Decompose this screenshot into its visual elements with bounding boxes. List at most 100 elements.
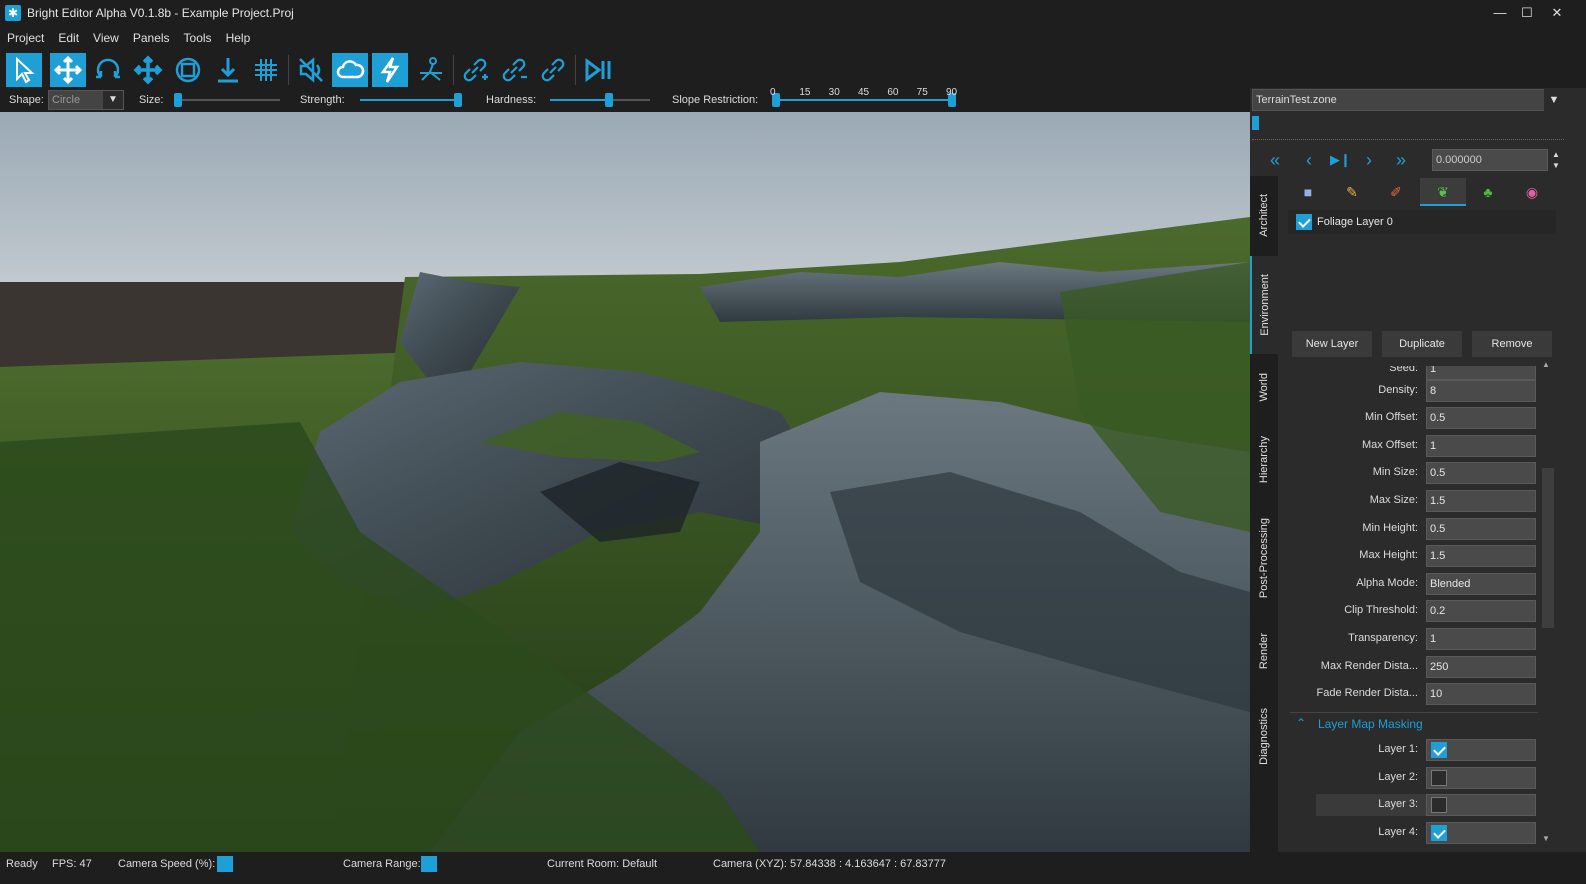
slope-tick-labels: 0 15 30 45 60 75 90 — [770, 87, 957, 102]
property-value-input[interactable]: 1.5 — [1426, 490, 1536, 512]
rewind-icon[interactable]: « — [1270, 150, 1280, 171]
tab-post-processing[interactable]: Post-Processing — [1250, 502, 1278, 614]
mask-layer-row: Layer 1: — [1316, 739, 1536, 761]
link-remove-button[interactable] — [496, 53, 532, 87]
mute-toggle-button[interactable] — [293, 53, 329, 87]
slope-tick-label: 15 — [799, 87, 811, 98]
rotate-tool-button[interactable] — [90, 53, 126, 87]
property-value-input[interactable]: 0.5 — [1426, 407, 1536, 430]
strength-slider[interactable] — [360, 93, 462, 107]
minimize-button[interactable]: — — [1488, 3, 1512, 23]
property-row: Fade Render Dista... 10 — [1316, 683, 1536, 706]
transform-icon — [133, 55, 163, 85]
time-spinner[interactable]: ▲ ▼ — [1550, 149, 1562, 171]
brush-icon[interactable]: ✎ — [1330, 178, 1374, 206]
status-bar: Ready FPS: 47 Camera Speed (%): Camera R… — [0, 852, 1586, 884]
menu-view[interactable]: View — [86, 31, 126, 45]
camera-speed-swatch[interactable] — [217, 856, 233, 872]
property-value-input[interactable]: 10 — [1426, 683, 1536, 706]
mask-layer-checkbox[interactable] — [1431, 824, 1447, 841]
property-value-input[interactable]: 1 — [1426, 434, 1536, 457]
color-icon[interactable]: ◉ — [1510, 178, 1554, 206]
property-value-input[interactable]: 1 — [1426, 628, 1536, 650]
layer-visible-checkbox[interactable] — [1296, 214, 1312, 230]
terrain-icon[interactable]: ■ — [1286, 178, 1330, 206]
shape-label: Shape: — [9, 94, 44, 106]
weather-toggle-button[interactable] — [332, 53, 368, 87]
menu-tools[interactable]: Tools — [177, 31, 219, 45]
scrollbar-thumb[interactable] — [1542, 468, 1554, 628]
property-value-input[interactable]: 8 — [1426, 379, 1536, 402]
fast-forward-icon[interactable]: » — [1396, 150, 1406, 171]
layer-map-masking-title[interactable]: Layer Map Masking — [1318, 717, 1423, 731]
timeline-track[interactable] — [1252, 116, 1564, 140]
scroll-down-icon[interactable]: ▼ — [1542, 834, 1550, 843]
timeline-thumb[interactable] — [1252, 116, 1259, 130]
property-value-input[interactable]: 250 — [1426, 655, 1536, 678]
mask-layer-label: Layer 4: — [1378, 825, 1418, 838]
tab-world[interactable]: World — [1250, 356, 1278, 418]
property-row: Max Render Dista... 250 — [1316, 655, 1536, 678]
camera-range-swatch[interactable] — [421, 856, 437, 872]
zone-select[interactable]: TerrainTest.zone — [1252, 89, 1564, 111]
move-tool-button[interactable] — [50, 53, 86, 87]
size-slider[interactable] — [174, 93, 280, 107]
link-button[interactable] — [535, 53, 571, 87]
property-value-input[interactable]: Blended — [1426, 572, 1536, 595]
tab-environment[interactable]: Environment — [1250, 256, 1278, 354]
grid-toggle-button[interactable] — [248, 53, 284, 87]
chevron-down-icon[interactable]: ▼ — [1544, 89, 1564, 111]
property-value-input[interactable]: 1.5 — [1426, 545, 1536, 568]
chevron-up-icon[interactable]: ⌃ — [1296, 716, 1306, 730]
scale-tool-button[interactable] — [170, 53, 206, 87]
path-tool-button[interactable] — [413, 53, 449, 87]
tab-architect[interactable]: Architect — [1250, 176, 1278, 254]
lighting-toggle-button[interactable] — [372, 53, 408, 87]
step-forward-icon[interactable]: › — [1366, 150, 1372, 171]
tab-render[interactable]: Render — [1250, 616, 1278, 686]
play-pause-small-icon[interactable]: ▶❙ — [1330, 152, 1351, 168]
slope-tick-label: 0 — [770, 87, 776, 98]
menu-edit[interactable]: Edit — [51, 31, 86, 45]
mask-layer-checkbox[interactable] — [1431, 742, 1447, 758]
mask-layer-checkbox[interactable] — [1431, 797, 1447, 814]
property-value-input[interactable]: 0.5 — [1426, 517, 1536, 540]
scroll-up-icon[interactable]: ▲ — [1542, 360, 1550, 369]
tab-hierarchy[interactable]: Hierarchy — [1250, 420, 1278, 500]
paint-icon[interactable]: ✐ — [1374, 178, 1418, 206]
tree-icon[interactable]: ♣ — [1466, 178, 1510, 206]
vertical-tab-strip: Architect Environment World Hierarchy Po… — [1250, 176, 1278, 876]
property-value-input[interactable]: 0.5 — [1426, 462, 1536, 485]
menu-help[interactable]: Help — [219, 31, 258, 45]
select-tool-button[interactable] — [6, 53, 42, 87]
property-value-input[interactable]: 1 — [1426, 366, 1536, 380]
close-button[interactable]: ✕ — [1545, 3, 1569, 23]
properties-scrollbar[interactable]: ▲ ▼ — [1542, 360, 1554, 850]
mask-layer-checkbox[interactable] — [1431, 769, 1447, 786]
size-slider-thumb[interactable] — [174, 93, 182, 107]
menu-panels[interactable]: Panels — [126, 31, 177, 45]
mute-icon — [299, 57, 323, 83]
duplicate-button[interactable]: Duplicate — [1382, 331, 1462, 357]
play-pause-button[interactable] — [580, 53, 616, 87]
strength-slider-thumb[interactable] — [454, 93, 462, 107]
hardness-slider-thumb[interactable] — [605, 93, 613, 107]
property-value-input[interactable]: 0.2 — [1426, 600, 1536, 623]
new-layer-button[interactable]: New Layer — [1292, 331, 1372, 357]
scene-viewport[interactable] — [0, 112, 1250, 852]
time-input[interactable]: 0.000000 — [1432, 149, 1548, 171]
menu-project[interactable]: Project — [0, 31, 51, 45]
drop-to-ground-button[interactable] — [210, 53, 246, 87]
link-add-button[interactable] — [457, 53, 493, 87]
remove-button[interactable]: Remove — [1472, 331, 1552, 357]
layer-list-item[interactable]: Foliage Layer 0 — [1288, 210, 1556, 234]
shape-select[interactable]: Circle ▼ — [48, 90, 124, 110]
tab-diagnostics[interactable]: Diagnostics — [1250, 688, 1278, 784]
property-row: Min Height: 0.5 — [1316, 517, 1536, 540]
transform-tool-button[interactable] — [130, 53, 166, 87]
step-back-icon[interactable]: ‹ — [1306, 150, 1312, 171]
path-icon — [420, 57, 442, 81]
maximize-button[interactable]: ☐ — [1515, 3, 1539, 23]
foliage-icon[interactable]: ❦ — [1420, 178, 1466, 206]
hardness-slider[interactable] — [550, 93, 650, 107]
